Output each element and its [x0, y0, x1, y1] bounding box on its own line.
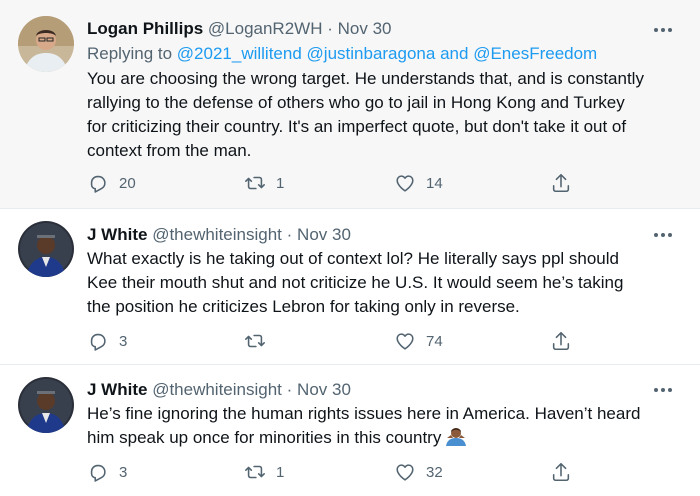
retweet-icon — [244, 461, 266, 483]
retweet-count: 1 — [276, 174, 285, 192]
tweet-text-line: rallying to the defense of others who go… — [87, 93, 625, 112]
share-icon — [550, 172, 572, 194]
more-icon[interactable] — [652, 19, 674, 41]
tweet-3[interactable]: J White @thewhiteinsight · Nov 30 He’s f… — [0, 365, 700, 496]
share-button[interactable] — [550, 461, 572, 483]
tweet-date[interactable]: Nov 30 — [338, 19, 392, 38]
separator: · — [286, 380, 293, 399]
tweet-text-line-with-emoji: him speak up once for minorities in this… — [87, 426, 677, 450]
author-name[interactable]: J White — [87, 380, 147, 399]
retweet-icon — [244, 172, 266, 194]
author-name[interactable]: Logan Phillips — [87, 19, 203, 38]
mention-and[interactable]: and — [440, 44, 468, 63]
heart-icon — [394, 172, 416, 194]
tweet-text-line: for criticizing their country. It's an i… — [87, 117, 627, 136]
like-count: 32 — [426, 463, 443, 481]
reply-button[interactable]: 3 — [87, 461, 127, 483]
like-button[interactable]: 74 — [394, 330, 443, 352]
tweet-text-line: What exactly is he taking out of context… — [87, 249, 619, 268]
share-icon — [550, 330, 572, 352]
retweet-count: 1 — [276, 463, 285, 481]
reply-count: 20 — [119, 174, 136, 192]
retweet-icon — [244, 330, 266, 352]
author-handle[interactable]: @thewhiteinsight — [152, 380, 282, 399]
reply-count: 3 — [119, 332, 128, 350]
like-count: 14 — [426, 174, 443, 192]
retweet-button[interactable]: 1 — [244, 172, 284, 194]
retweet-button[interactable]: 1 — [244, 461, 284, 483]
author-name[interactable]: J White — [87, 225, 147, 244]
reply-icon — [87, 330, 109, 352]
avatar[interactable] — [18, 221, 74, 277]
tweet-actions: 3 74 — [87, 330, 587, 352]
heart-icon — [394, 330, 416, 352]
tweet-text-line: He’s fine ignoring the human rights issu… — [87, 404, 641, 423]
heart-icon — [394, 461, 416, 483]
mention-link[interactable]: @EnesFreedom — [473, 44, 597, 63]
tweet-text-line: the position he criticizes Lebron for ta… — [87, 297, 520, 316]
tweet-text-line: context from the man. — [87, 141, 252, 160]
tweet-header: Logan Phillips @LoganR2WH · Nov 30 — [87, 18, 660, 40]
tweet-text: He’s fine ignoring the human rights issu… — [87, 402, 677, 450]
avatar[interactable] — [18, 377, 74, 433]
like-count: 74 — [426, 332, 443, 350]
replying-to: Replying to @2021_willitend @justinbarag… — [87, 43, 597, 65]
person-shrugging-emoji — [445, 426, 467, 446]
like-button[interactable]: 32 — [394, 461, 443, 483]
more-icon[interactable] — [652, 379, 674, 401]
tweet-header: J White @thewhiteinsight · Nov 30 — [87, 379, 660, 401]
author-handle[interactable]: @LoganR2WH — [208, 19, 323, 38]
tweet-actions: 20 1 14 — [87, 172, 587, 194]
reply-icon — [87, 172, 109, 194]
like-button[interactable]: 14 — [394, 172, 443, 194]
reply-button[interactable]: 20 — [87, 172, 136, 194]
share-button[interactable] — [550, 330, 572, 352]
mention-link[interactable]: @2021_willitend — [177, 44, 302, 63]
tweet-date[interactable]: Nov 30 — [297, 225, 351, 244]
tweet-date[interactable]: Nov 30 — [297, 380, 351, 399]
reply-count: 3 — [119, 463, 128, 481]
retweet-button[interactable] — [244, 330, 276, 352]
tweet-text-line: You are choosing the wrong target. He un… — [87, 69, 644, 88]
tweet-actions: 3 1 32 — [87, 461, 587, 483]
separator: · — [327, 19, 333, 38]
avatar[interactable] — [18, 16, 74, 72]
tweet-text: You are choosing the wrong target. He un… — [87, 67, 677, 163]
reply-icon — [87, 461, 109, 483]
tweet-text-line: him speak up once for minorities in this… — [87, 428, 442, 447]
share-icon — [550, 461, 572, 483]
mention-link[interactable]: @justinbaragona — [307, 44, 436, 63]
author-handle[interactable]: @thewhiteinsight — [152, 225, 282, 244]
share-button[interactable] — [550, 172, 572, 194]
more-icon[interactable] — [652, 224, 674, 246]
tweet-1[interactable]: Logan Phillips @LoganR2WH · Nov 30 Reply… — [0, 0, 700, 208]
tweet-header: J White @thewhiteinsight · Nov 30 — [87, 224, 660, 246]
reply-button[interactable]: 3 — [87, 330, 127, 352]
separator: · — [286, 225, 293, 244]
tweet-2[interactable]: J White @thewhiteinsight · Nov 30 What e… — [0, 209, 700, 364]
tweet-text: What exactly is he taking out of context… — [87, 247, 677, 319]
tweet-text-line: Kee their mouth shut and not criticize h… — [87, 273, 624, 292]
replying-to-label: Replying to — [87, 44, 173, 63]
